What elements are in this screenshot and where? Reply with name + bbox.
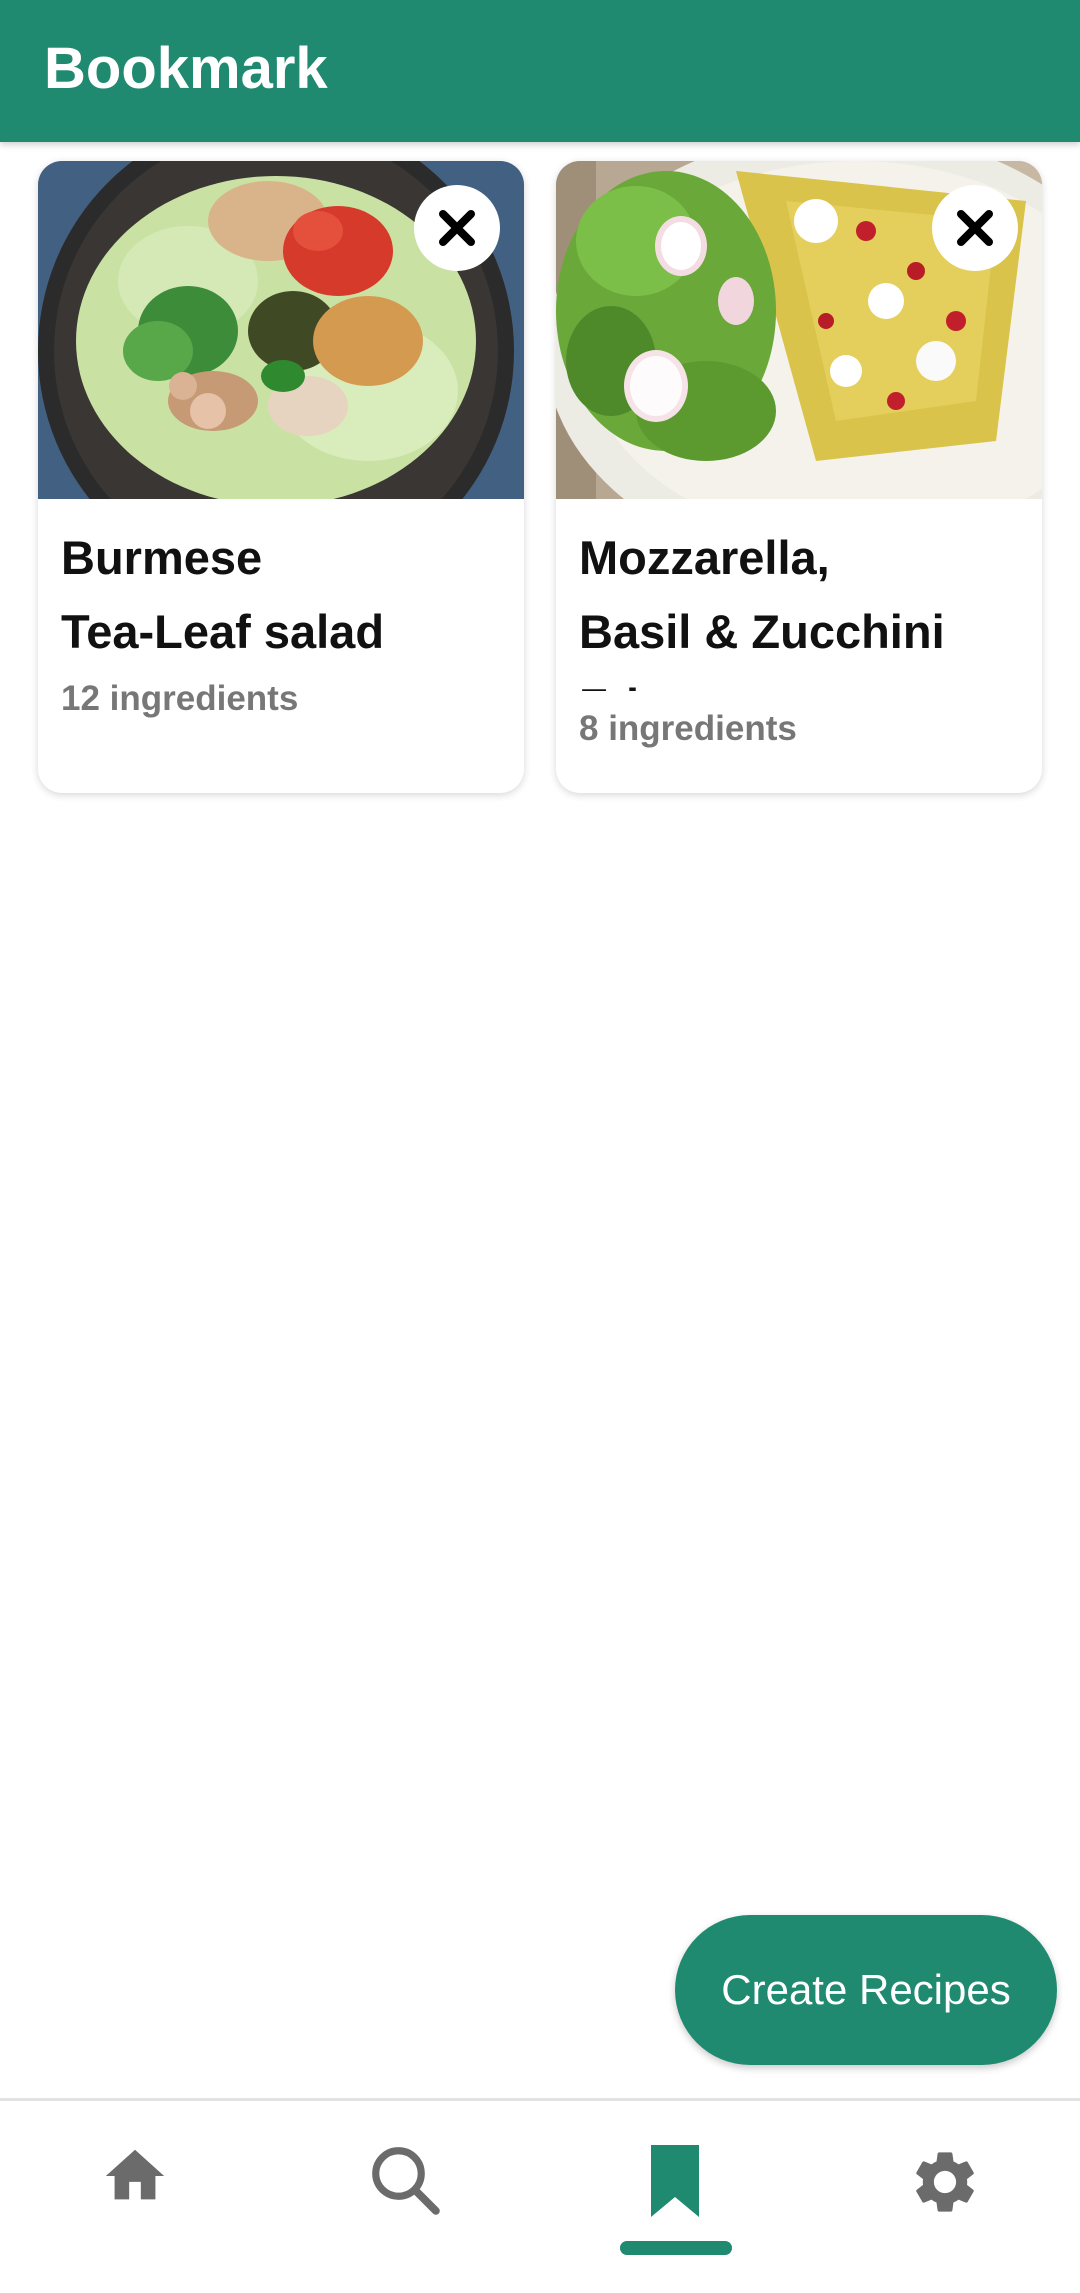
recipe-title: Mozzarella, Basil & Zucchini Frittata bbox=[579, 521, 1019, 691]
nav-home[interactable] bbox=[0, 2101, 270, 2293]
bookmark-card[interactable]: Burmese Tea-Leaf salad 12 ingredients bbox=[38, 161, 524, 793]
close-icon bbox=[439, 210, 475, 246]
nav-search[interactable] bbox=[270, 2101, 540, 2293]
recipe-title: Burmese Tea-Leaf salad bbox=[61, 521, 501, 691]
home-icon bbox=[105, 2149, 165, 2200]
nav-settings[interactable] bbox=[810, 2101, 1080, 2293]
recipe-title-line: Mozzarella, bbox=[579, 531, 830, 584]
ingredient-count: 8 ingredients bbox=[579, 709, 797, 748]
bottom-navigation bbox=[0, 2098, 1080, 2293]
recipe-title-line: Frittata bbox=[579, 669, 1019, 691]
search-icon bbox=[372, 2147, 440, 2215]
app-root: Bookmark Burmese Tea-Leaf salad 12 ingre… bbox=[0, 0, 1080, 2293]
recipe-title-line: Burmese bbox=[61, 531, 263, 584]
close-icon bbox=[957, 210, 993, 246]
remove-bookmark-button[interactable] bbox=[414, 185, 500, 271]
nav-bookmark[interactable] bbox=[540, 2101, 810, 2293]
recipe-title-line: Tea-Leaf salad bbox=[61, 605, 385, 658]
create-recipes-button[interactable]: Create Recipes bbox=[675, 1915, 1057, 2065]
active-tab-indicator bbox=[620, 2241, 732, 2255]
ingredient-count: 12 ingredients bbox=[61, 679, 299, 718]
remove-bookmark-button[interactable] bbox=[932, 185, 1018, 271]
bookmark-icon bbox=[651, 2145, 699, 2217]
gear-icon bbox=[916, 2152, 974, 2212]
recipe-title-line: Basil & Zucchini bbox=[579, 605, 945, 658]
page-title: Bookmark bbox=[44, 36, 328, 101]
top-app-bar: Bookmark bbox=[0, 0, 1080, 142]
bookmark-card[interactable]: Mozzarella, Basil & Zucchini Frittata 8 … bbox=[556, 161, 1042, 793]
